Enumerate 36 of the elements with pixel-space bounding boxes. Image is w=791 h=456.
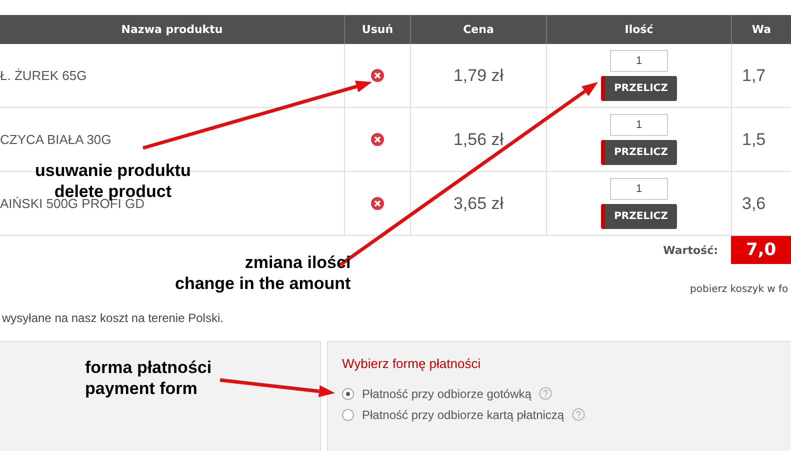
delete-icon[interactable] xyxy=(371,69,384,82)
column-header: Cena xyxy=(410,15,546,44)
delete-icon[interactable] xyxy=(371,197,384,210)
line-total: 1,5 xyxy=(742,130,766,150)
download-cart-link[interactable]: pobierz koszyk w fo xyxy=(690,284,791,295)
recalculate-button[interactable]: PRZELICZ xyxy=(601,140,677,165)
product-name: CZYCA BIAŁA 30G xyxy=(0,132,112,147)
line-total: 1,7 xyxy=(742,66,766,86)
annotation-text: payment form xyxy=(85,378,198,399)
price: 1,79 zł xyxy=(453,66,504,86)
payment-option[interactable]: Płatność przy odbiorze kartą płatniczą xyxy=(362,408,564,422)
quantity-field[interactable]: 1 xyxy=(610,178,668,200)
payment-option[interactable]: Płatność przy odbiorze gotówką xyxy=(362,386,532,400)
quantity-field[interactable]: 1 xyxy=(610,50,668,72)
delete-icon[interactable] xyxy=(371,133,384,146)
payment-title: Wybierz formę płatności xyxy=(342,356,482,371)
quantity-field[interactable]: 1 xyxy=(610,114,668,136)
column-header: Nazwa produktu xyxy=(0,15,344,44)
line-total: 3,6 xyxy=(742,194,766,214)
price: 3,65 zł xyxy=(453,194,504,214)
shipping-note: wysyłane na nasz koszt na terenie Polski. xyxy=(2,311,224,325)
radio-button[interactable] xyxy=(342,408,354,420)
annotation-text: change in the amount xyxy=(175,273,351,294)
recalculate-button[interactable]: PRZELICZ xyxy=(601,204,677,229)
total-label: Wartość: xyxy=(663,244,718,256)
annotation-text: zmiana ilości xyxy=(244,252,351,273)
annotation-text: forma płatności xyxy=(85,357,212,378)
column-header: Usuń xyxy=(344,15,410,44)
recalculate-button[interactable]: PRZELICZ xyxy=(601,76,677,101)
column-header: Wa xyxy=(731,15,791,44)
price: 1,56 zł xyxy=(453,130,504,150)
annotation-text: usuwanie produktu xyxy=(35,160,191,181)
radio-button[interactable] xyxy=(342,388,354,400)
total-value: 7,0 xyxy=(731,236,791,264)
product-name: Ł. ŻUREK 65G xyxy=(0,68,87,83)
column-header: Ilość xyxy=(546,15,731,44)
